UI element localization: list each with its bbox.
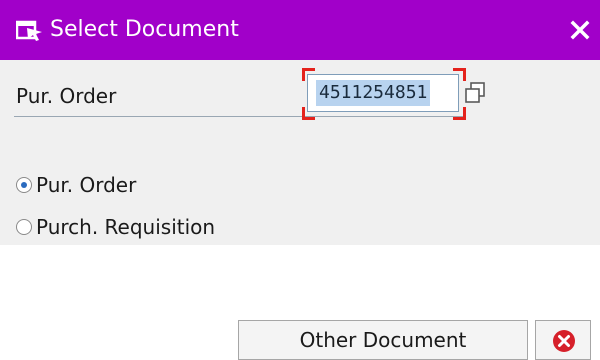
value-help-icon[interactable] xyxy=(462,80,488,106)
radio-dot xyxy=(21,182,27,188)
radio-button[interactable] xyxy=(16,219,32,235)
focus-frame-corner xyxy=(302,107,315,120)
radio-pur-order-label: Pur. Order xyxy=(36,173,137,197)
other-document-button[interactable]: Other Document xyxy=(238,320,528,360)
pur-order-value: 4511254851 xyxy=(316,80,431,106)
focus-frame-corner xyxy=(302,68,315,81)
dialog-title: Select Document xyxy=(50,17,239,42)
cancel-icon xyxy=(552,329,576,353)
radio-purch-requisition-label: Purch. Requisition xyxy=(36,215,216,239)
pur-order-label: Pur. Order xyxy=(16,84,117,108)
close-icon[interactable] xyxy=(568,16,592,44)
cancel-button[interactable] xyxy=(535,320,591,360)
field-divider xyxy=(14,116,464,117)
select-document-dialog: Select Document Pur. Order 4511254851 Pu… xyxy=(0,0,600,360)
select-document-icon xyxy=(15,20,44,42)
radio-button-selected[interactable] xyxy=(16,177,32,193)
pur-order-input[interactable]: 4511254851 xyxy=(307,74,459,112)
focus-frame-corner xyxy=(453,107,466,120)
dialog-titlebar: Select Document xyxy=(0,0,600,60)
